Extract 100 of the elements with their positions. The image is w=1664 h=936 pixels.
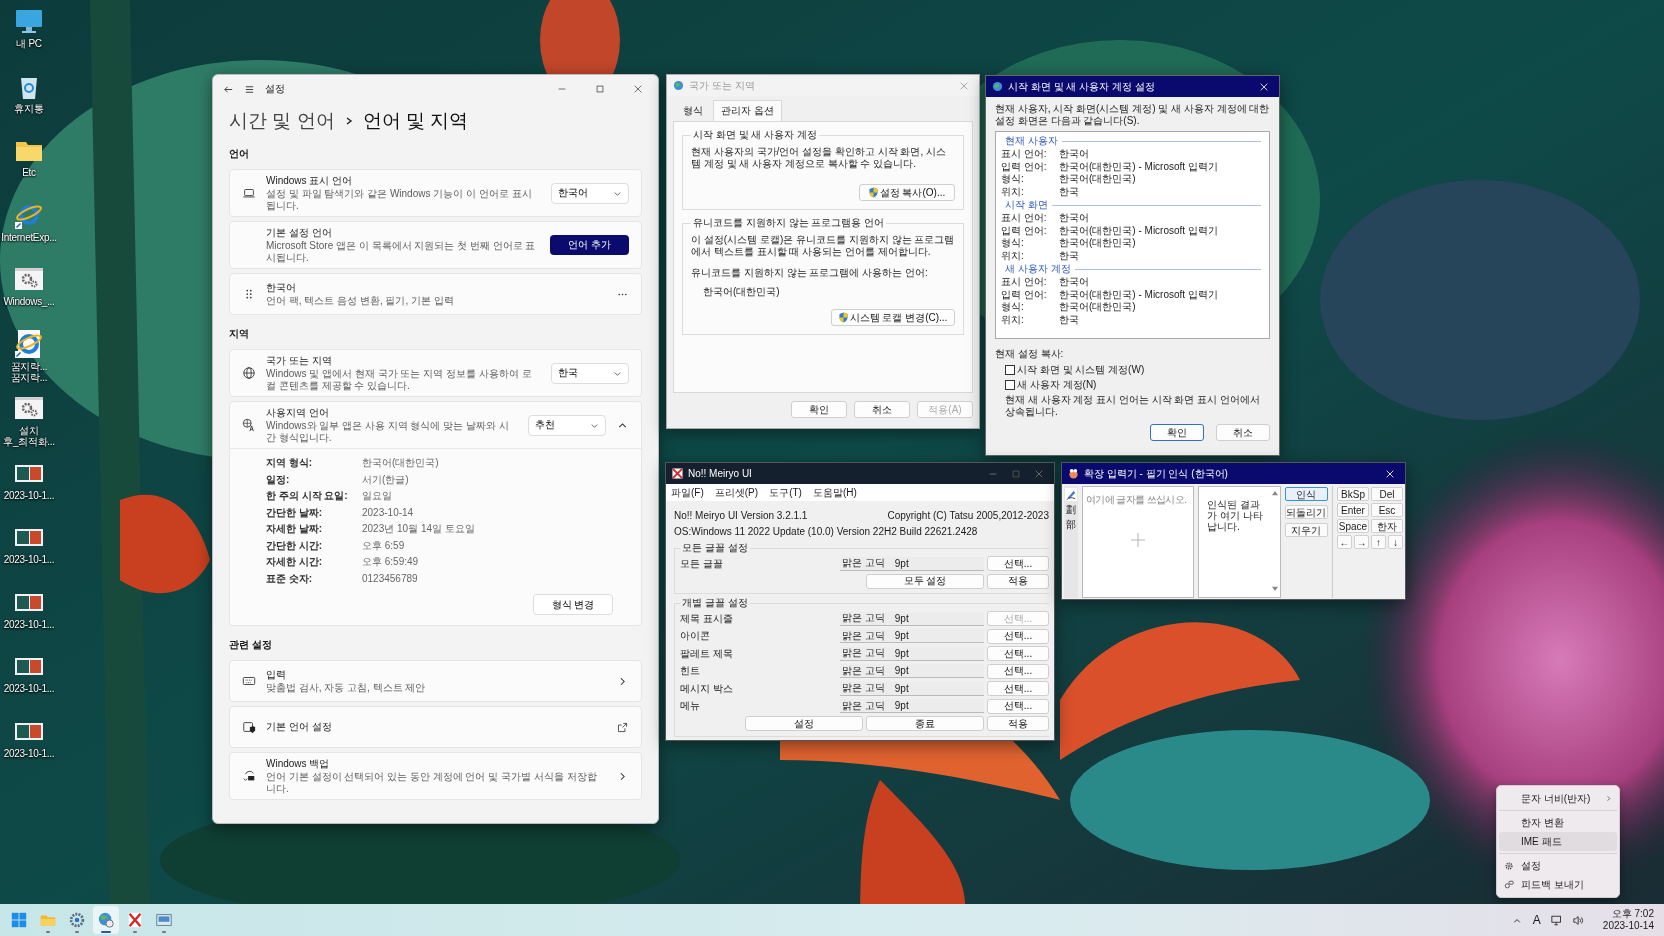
taskbar-button[interactable] (93, 906, 119, 934)
side-tab[interactable]: 部 (1064, 518, 1077, 531)
settings-icon (68, 911, 86, 929)
browser-file-icon[interactable] (14, 328, 44, 359)
clock[interactable]: 오후 7:02 2023-10-14 (1602, 908, 1654, 932)
format-value: 한국어(대한민국) (362, 456, 440, 470)
menu-item[interactable]: 한자 변환 (1499, 813, 1617, 832)
key-button[interactable]: Del (1371, 487, 1403, 501)
group-description: 현재 사용자의 국가/언어 설정을 확인하고 시작 화면, 시스템 계정 및 새 사용자 계정으로 복사할 수 있습니다. (691, 146, 947, 170)
setting-card[interactable]: 국가 또는 지역 Windows 및 앱에서 현재 국가 또는 지역 정보를 사용하여 로컬 콘텐츠를 제공할 수 있습니다. 한국 (229, 349, 642, 397)
menu-item[interactable]: 피드백 보내기 (1499, 875, 1617, 894)
volume-icon[interactable] (1572, 914, 1585, 926)
setting-label: 위치: (1001, 185, 1025, 198)
key-button[interactable]: 한자 (1371, 519, 1403, 533)
checkbox[interactable] (1005, 380, 1015, 390)
pad-button[interactable]: 되돌리기 (1284, 505, 1328, 519)
menu-item[interactable]: 프리셋(P) (714, 486, 759, 499)
format-value: 오후 6:59 (362, 538, 406, 553)
crosshair-icon (1130, 533, 1145, 547)
shield-icon (838, 312, 848, 323)
change-locale-button[interactable]: 시스템 로캘 변경(C)... (831, 309, 955, 326)
keyboard-icon (242, 674, 256, 688)
breadcrumb-link[interactable]: 시간 및 언어 (229, 108, 335, 134)
menu-item[interactable]: 문자 너비(반자) (1499, 789, 1617, 808)
font-label: 메뉴 (680, 699, 701, 714)
writing-area[interactable]: 여기에 글자를 쓰십시오. (1081, 486, 1194, 598)
dialog-button[interactable]: 취소 (854, 401, 910, 418)
menu-item-label: 문자 너비(반자) (1521, 791, 1592, 806)
select-button[interactable]: 선택... (987, 681, 1049, 697)
shield-icon (868, 187, 878, 198)
dialog-button[interactable]: 확인 (1150, 424, 1204, 441)
backup-icon (242, 769, 256, 783)
key-button[interactable]: ← (1337, 535, 1352, 549)
globe-clock-icon (97, 911, 115, 929)
font-label: 힌트 (680, 664, 701, 679)
app-icon (672, 468, 683, 479)
dropdown[interactable]: 한국 (551, 362, 629, 384)
font-label: 모든 글꼴 (680, 556, 724, 571)
key-button[interactable]: → (1354, 535, 1369, 549)
setting-title: 기본 설정 언어 (266, 226, 333, 240)
dropdown[interactable]: 한국어 (551, 182, 629, 204)
footer-button[interactable]: 설정 (745, 716, 863, 732)
scrollbar[interactable] (1270, 489, 1279, 593)
setting-card[interactable]: 사용지역 언어 Windows와 일부 앱은 사용 지역 형식에 맞는 날짜와 시간 형식입니다. 추천 지역 형식: 한국어(대한민국) 일정: 서기(한글) 한 주의 시작 요일: 일요일 간단한 날짜: 2023-10-14 자세한 날짜: 2023년 10월 14일 토요일 간단한 시간: 오후 6:59 자세한 시간: 오후 6:59:49 표준 숫자: 0123456789 형식 변경 (229, 401, 642, 626)
format-label: 자세한 시간: (266, 555, 324, 569)
checkbox[interactable] (1005, 365, 1015, 375)
window-title: 시작 화면 및 새 사용자 계정 설정 (1008, 79, 1155, 94)
pad-button[interactable]: 인식 (1284, 487, 1328, 501)
menu-item[interactable]: 파일(F) (671, 486, 704, 499)
setting-value: 한국어(대한민국) - Microsoft 입력기 (1059, 288, 1218, 301)
select-button[interactable]: 선택... (987, 628, 1049, 644)
key-button[interactable]: Esc (1371, 503, 1403, 517)
setting-card[interactable]: 기본 언어 설정 (229, 706, 642, 748)
select-button[interactable]: 선택... (987, 663, 1049, 679)
key-button[interactable]: Space (1337, 519, 1369, 533)
select-button[interactable]: 선택... (987, 646, 1049, 662)
menu-item[interactable]: 도구(T) (769, 486, 802, 499)
setting-card[interactable]: 입력 맞춤법 검사, 자동 고침, 텍스트 제안 (229, 660, 642, 702)
pen-icon[interactable] (1064, 488, 1077, 501)
dialog-button[interactable]: 확인 (791, 401, 847, 418)
tab[interactable]: 관리자 옵션 (713, 100, 782, 121)
format-value: 일요일 (362, 489, 393, 503)
dialog-button[interactable]: 취소 (1216, 424, 1270, 441)
key-button[interactable]: BkSp (1337, 487, 1369, 501)
icon-label: 2023-10-1... (3, 747, 55, 759)
version-text: No!! Meiryo UI Version 3.2.1.1 (674, 509, 808, 521)
select-button[interactable]: 선택... (987, 556, 1049, 572)
menu-item[interactable]: 설정 (1499, 856, 1617, 875)
maximize-icon[interactable] (595, 84, 605, 94)
font-field: 맑은 고딕 9pt (840, 664, 984, 679)
apply-button[interactable]: 적용 (987, 573, 1049, 589)
menu-item[interactable]: IME 패드 (1499, 832, 1617, 851)
app-icon (126, 911, 144, 929)
copy-settings-button[interactable]: 설정 복사(O)... (859, 184, 955, 201)
setting-value: 한국어(대한민국) - Microsoft 입력기 (1059, 160, 1218, 173)
result-hint: 인식된 결과가 여기 나타납니다. (1207, 499, 1264, 532)
menu-icon[interactable] (244, 83, 255, 95)
setting-value: 한국 (1059, 313, 1079, 326)
group-title: 모든 글꼴 설정 (681, 541, 749, 555)
menu-item[interactable]: 도움말(H) (812, 486, 857, 499)
add-language-button[interactable]: 언어 추가 (550, 235, 629, 255)
section-heading: 언어 (229, 147, 250, 161)
setting-card[interactable]: Windows 표시 언어 설정 및 파일 탐색기와 같은 Windows 기능이 이 언어로 표시됩니다. 한국어 (229, 169, 642, 217)
icon-label: 꿈지락... 꿈지락... (10, 360, 48, 383)
set-all-button[interactable]: 모두 설정 (866, 573, 984, 589)
setting-card[interactable]: 한국어 언어 팩, 텍스트 음성 변환, 필기, 기본 입력 (229, 273, 642, 315)
key-button[interactable]: Enter (1337, 503, 1369, 517)
pad-button[interactable]: 지우기 (1284, 523, 1328, 537)
format-label: 지역 형식: (266, 456, 314, 470)
footer-button[interactable]: 적용 (987, 716, 1049, 732)
input-indicator[interactable]: A (1532, 913, 1541, 927)
side-tab[interactable]: 劃 (1064, 503, 1077, 516)
key-button[interactable]: ↑ (1371, 535, 1386, 549)
dropdown[interactable]: 추천 (528, 414, 606, 436)
setting-card[interactable]: 기본 설정 언어 Microsoft Store 앱은 이 목록에서 지원되는 첫 번째 언어로 표시됩니다. 언어 추가 (229, 221, 642, 269)
change-format-button[interactable]: 형식 변경 (533, 594, 613, 615)
key-button[interactable]: ↓ (1388, 535, 1403, 549)
footer-button[interactable]: 종료 (866, 716, 984, 732)
select-button[interactable]: 선택... (987, 698, 1049, 714)
setting-card[interactable]: Windows 백업 언어 기본 설정이 선택되어 있는 동안 계정에 언어 및 국가별 서식을 저장합니다. (229, 752, 642, 800)
